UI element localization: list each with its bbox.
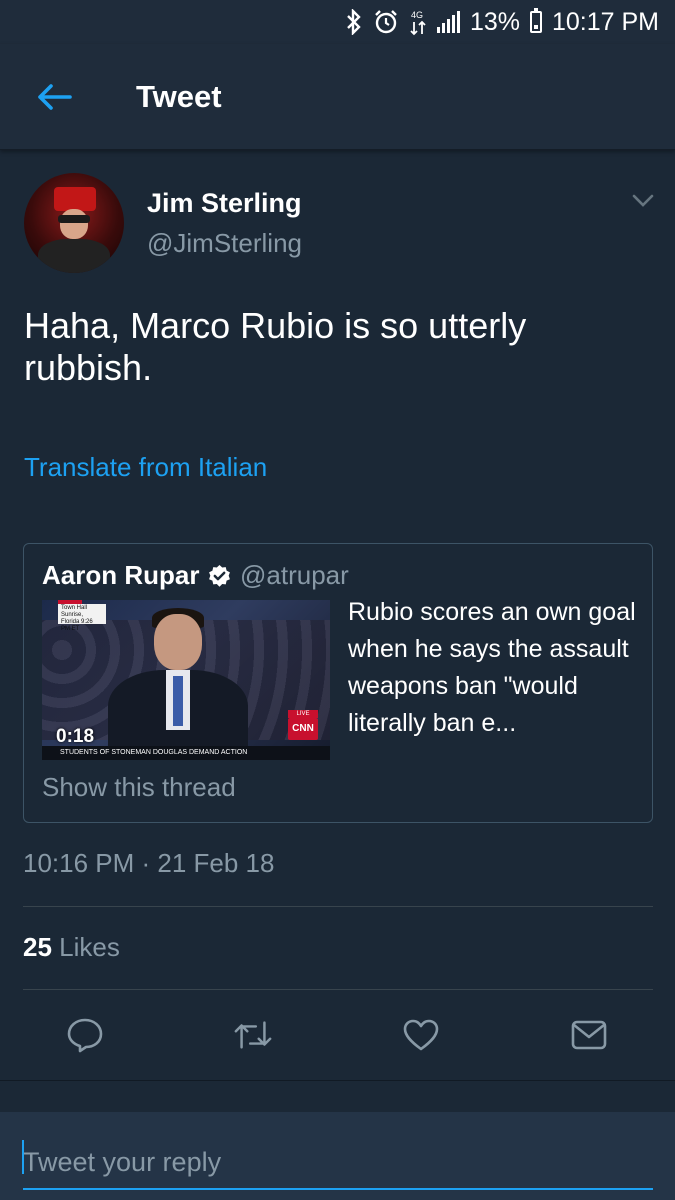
video-thumbnail[interactable]: Town Hall Sunrise, Florida 9:26 PM ET LI… bbox=[42, 600, 330, 760]
tweet-timestamp: 10:16 PM · 21 Feb 18 bbox=[23, 848, 275, 878]
back-arrow-icon bbox=[38, 83, 72, 110]
bluetooth-icon bbox=[345, 7, 363, 37]
battery-percent: 13% bbox=[469, 7, 520, 36]
divider bbox=[23, 906, 653, 907]
author-avatar[interactable] bbox=[24, 173, 124, 273]
divider bbox=[23, 989, 653, 990]
reply-input[interactable] bbox=[23, 1136, 653, 1190]
video-duration: 0:18 bbox=[56, 726, 95, 747]
thumbnail-lower-third: STUDENTS OF STONEMAN DOUGLAS DEMAND ACTI… bbox=[42, 746, 330, 760]
quoted-author-name: Aaron Rupar bbox=[42, 560, 200, 590]
likes-label: Likes bbox=[59, 932, 120, 962]
status-time: 10:17 PM bbox=[551, 7, 659, 36]
back-button[interactable] bbox=[24, 67, 84, 127]
quoted-tweet[interactable]: Aaron Rupar @atrupar Town Hall Sunrise, … bbox=[23, 543, 653, 823]
verified-badge-icon bbox=[209, 565, 230, 587]
envelope-icon bbox=[571, 1020, 607, 1050]
author-handle[interactable]: @JimSterling bbox=[147, 228, 302, 259]
tweet-menu-button[interactable] bbox=[628, 190, 658, 212]
reply-button[interactable] bbox=[65, 1015, 105, 1055]
quoted-tweet-text: Rubio scores an own goal when he says th… bbox=[348, 598, 636, 737]
quoted-author-handle: @atrupar bbox=[240, 560, 349, 590]
data-icon: 4G bbox=[409, 7, 427, 37]
signal-icon bbox=[436, 11, 460, 33]
alarm-icon bbox=[373, 7, 399, 37]
svg-text:4G: 4G bbox=[411, 10, 423, 20]
battery-icon bbox=[529, 8, 542, 33]
reply-icon bbox=[67, 1018, 103, 1053]
page-title: Tweet bbox=[136, 78, 222, 114]
text-cursor bbox=[22, 1140, 24, 1174]
translate-link[interactable]: Translate from Italian bbox=[24, 452, 267, 483]
likes-number: 25 bbox=[23, 932, 52, 962]
network-logo: CNN bbox=[288, 718, 318, 740]
chevron-down-icon bbox=[632, 194, 654, 207]
tweet-text: Haha, Marco Rubio is so utterly rubbish. bbox=[24, 305, 527, 388]
author-name[interactable]: Jim Sterling bbox=[147, 188, 302, 219]
live-label: LIVE bbox=[288, 710, 318, 718]
status-bar: 4G 13% 10:17 PM bbox=[0, 0, 675, 44]
likes-count[interactable]: 25 Likes bbox=[23, 932, 120, 963]
direct-message-button[interactable] bbox=[569, 1015, 609, 1055]
retweet-icon bbox=[234, 1021, 272, 1049]
retweet-button[interactable] bbox=[233, 1015, 273, 1055]
show-thread-link[interactable]: Show this thread bbox=[42, 772, 236, 803]
thumbnail-location-label: Town Hall Sunrise, Florida 9:26 PM ET bbox=[58, 604, 106, 632]
app-header: Tweet bbox=[0, 44, 675, 150]
heart-icon bbox=[403, 1019, 439, 1051]
like-button[interactable] bbox=[401, 1015, 441, 1055]
